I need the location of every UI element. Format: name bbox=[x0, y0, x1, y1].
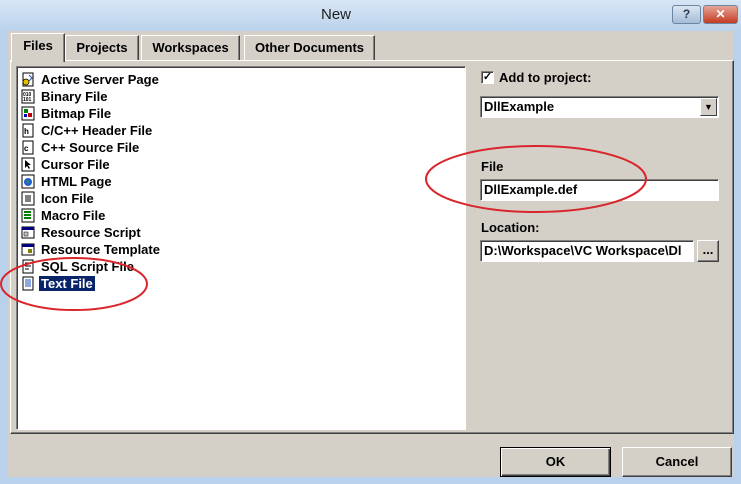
list-item[interactable]: Resource Script bbox=[21, 224, 143, 241]
cancel-button[interactable]: Cancel bbox=[622, 447, 732, 477]
add-to-project-checkbox[interactable]: ✓ bbox=[481, 71, 494, 84]
asp-file-icon bbox=[22, 72, 34, 87]
file-name-input[interactable]: DllExample.def bbox=[480, 179, 719, 201]
tab-projects[interactable]: Projects bbox=[65, 35, 139, 61]
add-to-project-label: Add to project: bbox=[499, 70, 592, 85]
help-button[interactable]: ? bbox=[672, 5, 701, 24]
svg-text:h: h bbox=[24, 127, 29, 136]
tab-other-documents[interactable]: Other Documents bbox=[244, 35, 375, 61]
html-page-icon bbox=[21, 174, 35, 189]
list-item[interactable]: h C/C++ Header File bbox=[21, 122, 154, 139]
header-file-icon: h bbox=[22, 123, 34, 138]
list-item[interactable]: 010 101 Binary File bbox=[21, 88, 109, 105]
ok-button[interactable]: OK bbox=[500, 447, 611, 477]
window-title: New bbox=[320, 6, 351, 23]
text-file-icon bbox=[22, 276, 34, 291]
project-dropdown[interactable]: DllExample bbox=[480, 96, 719, 118]
sql-script-icon bbox=[22, 259, 34, 274]
list-item-selected[interactable]: Text File bbox=[21, 275, 95, 292]
location-input[interactable]: D:\Workspace\VC Workspace\Dl bbox=[480, 240, 694, 262]
resource-template-icon bbox=[21, 243, 35, 256]
location-label: Location: bbox=[481, 220, 540, 235]
tab-files[interactable]: Files bbox=[11, 33, 65, 62]
chevron-down-icon[interactable]: ▼ bbox=[700, 98, 717, 116]
list-item[interactable]: Bitmap File bbox=[21, 105, 113, 122]
list-item[interactable]: HTML Page bbox=[21, 173, 114, 190]
list-item[interactable]: SQL Script File bbox=[21, 258, 136, 275]
tab-workspaces[interactable]: Workspaces bbox=[141, 35, 240, 61]
source-file-icon: c bbox=[22, 140, 34, 155]
list-item[interactable]: Resource Template bbox=[21, 241, 162, 258]
resource-script-icon bbox=[21, 226, 35, 239]
browse-button[interactable]: ... bbox=[697, 240, 719, 262]
file-type-list[interactable]: Active Server Page 010 101 Binary File Bi… bbox=[16, 66, 466, 430]
binary-file-icon: 010101 bbox=[21, 89, 35, 104]
list-item[interactable]: Active Server Page bbox=[21, 71, 161, 88]
cursor-file-icon bbox=[21, 157, 35, 172]
icon-file-icon bbox=[21, 191, 35, 206]
close-button[interactable]: ✕ bbox=[703, 5, 738, 24]
svg-text:101: 101 bbox=[23, 97, 32, 103]
macro-file-icon bbox=[21, 208, 35, 223]
file-name-label: File bbox=[481, 159, 504, 174]
list-item[interactable]: Macro File bbox=[21, 207, 107, 224]
list-item[interactable]: c C++ Source File bbox=[21, 139, 141, 156]
list-item[interactable]: Cursor File bbox=[21, 156, 112, 173]
svg-text:c: c bbox=[24, 144, 29, 153]
list-item[interactable]: Icon File bbox=[21, 190, 96, 207]
bitmap-file-icon bbox=[21, 106, 35, 121]
